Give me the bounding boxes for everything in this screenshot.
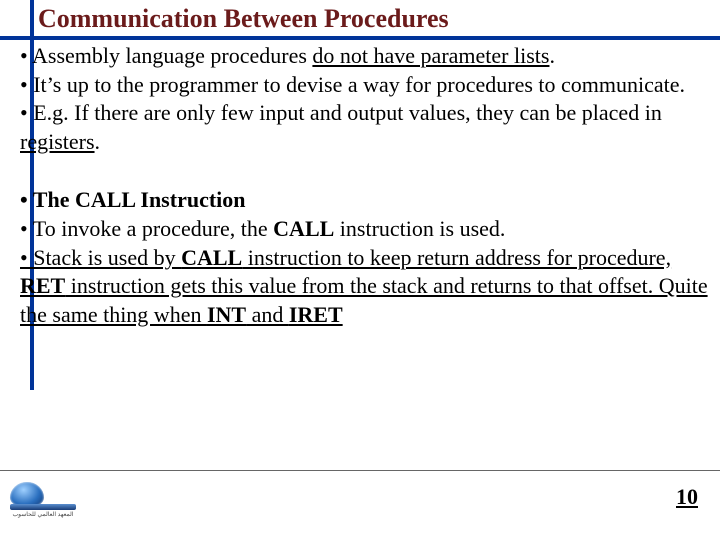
bullet-1: • Assembly language procedures do not ha… — [20, 42, 718, 71]
logo-subtext: المعهد العالمي للحاسوب — [8, 512, 78, 518]
bold-text: CALL — [273, 216, 334, 241]
decor-top-rule — [0, 36, 720, 40]
decor-bottom-rule — [0, 470, 720, 471]
text: instruction to keep return address for p… — [242, 245, 671, 270]
bullet-2: • It’s up to the programmer to devise a … — [20, 71, 718, 100]
bold-text: • The CALL Instruction — [20, 187, 246, 212]
underline-text: registers — [20, 129, 95, 154]
slide-body: • Assembly language procedures do not ha… — [20, 42, 718, 329]
footer-logo: المعهد العالمي للحاسوب — [8, 480, 78, 528]
bold-text: RET — [20, 273, 65, 298]
bullet-5: • To invoke a procedure, the CALL instru… — [20, 215, 718, 244]
bold-text: IRET — [289, 302, 343, 327]
text: • Assembly language procedures — [20, 43, 312, 68]
bullet-6: • Stack is used by CALL instruction to k… — [20, 244, 718, 330]
spacer — [20, 156, 718, 186]
page-number: 10 — [676, 484, 698, 510]
text: • Stack is used by — [20, 245, 181, 270]
text: • E.g. If there are only few input and o… — [20, 100, 662, 125]
slide: Communication Between Procedures • Assem… — [0, 0, 720, 540]
slide-title: Communication Between Procedures — [38, 4, 449, 34]
text: • To invoke a procedure, the — [20, 216, 273, 241]
bold-text: CALL — [181, 245, 242, 270]
underline-text: do not have parameter lists — [312, 43, 549, 68]
bold-text: INT — [207, 302, 246, 327]
bullet-4: • The CALL Instruction — [20, 186, 718, 215]
logo-band — [10, 504, 76, 510]
text: . — [95, 129, 101, 154]
bullet-3: • E.g. If there are only few input and o… — [20, 99, 718, 156]
text: . — [549, 43, 555, 68]
text: instruction gets this value from the sta… — [20, 273, 708, 327]
text: and — [246, 302, 289, 327]
text: instruction is used. — [334, 216, 505, 241]
